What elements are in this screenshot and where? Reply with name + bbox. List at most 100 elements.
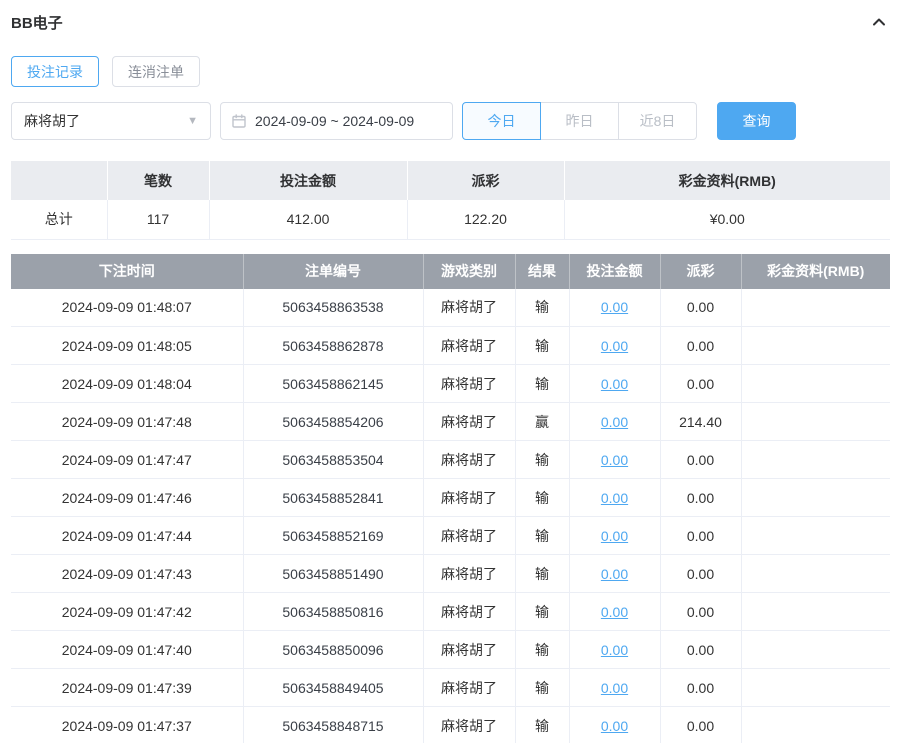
bet-time-cell: 2024-09-09 01:47:46 — [11, 478, 244, 517]
bet-amount-link[interactable]: 0.00 — [601, 452, 628, 468]
bet-amount-link[interactable]: 0.00 — [601, 490, 628, 506]
tab-bet-records[interactable]: 投注记录 — [11, 56, 99, 87]
table-row: 2024-09-09 01:47:37 5063458848715 麻将胡了输 0.0… — [11, 706, 890, 743]
table-row: 2024-09-09 01:47:39 5063458849405 麻将胡了输 0.0… — [11, 668, 890, 707]
bet-amount-link[interactable]: 0.00 — [601, 566, 628, 582]
quick-range-group: 今日 昨日 近8日 — [462, 102, 697, 140]
records-table: 下注时间 注单编号 游戏类别 结果 投注金额 派彩 彩金资料(RMB) 2024… — [11, 253, 890, 743]
bet-amount-link[interactable]: 0.00 — [601, 642, 628, 658]
order-id-cell: 5063458852169 — [243, 516, 424, 555]
bet-amount-link[interactable]: 0.00 — [601, 604, 628, 620]
table-row: 2024-09-09 01:48:05 5063458862878 麻将胡了输 0.0… — [11, 326, 890, 365]
payout-cell: 0.00 — [660, 516, 742, 555]
result-cell: 输 — [515, 668, 570, 707]
order-id-cell: 5063458850816 — [243, 592, 424, 631]
bet-time-cell: 2024-09-09 01:47:48 — [11, 402, 244, 441]
order-id-cell: 5063458852841 — [243, 478, 424, 517]
bet-time-cell: 2024-09-09 01:47:39 — [11, 668, 244, 707]
bonus-cell — [741, 478, 890, 517]
table-row: 2024-09-09 01:47:40 5063458850096 麻将胡了输 0.0… — [11, 630, 890, 669]
quick-last8days-button[interactable]: 近8日 — [618, 102, 697, 140]
date-range-input[interactable]: 2024-09-09 ~ 2024-09-09 — [220, 102, 453, 140]
chevron-up-icon[interactable] — [868, 11, 890, 33]
table-row: 2024-09-09 01:47:46 5063458852841 麻将胡了输 0.0… — [11, 478, 890, 517]
bet-amount-link[interactable]: 0.00 — [601, 376, 628, 392]
column-header-bet-amount: 投注金额 — [569, 253, 661, 289]
bet-record-panel: BB电子 投注记录 连消注单 麻将胡了 ▼ 2024-09-09 ~ 2024-… — [0, 0, 901, 743]
bonus-cell — [741, 554, 890, 593]
bet-amount-cell: 0.00 — [569, 516, 661, 555]
result-cell: 输 — [515, 554, 570, 593]
column-header-order-id: 注单编号 — [243, 253, 424, 289]
summary-header-payout: 派彩 — [407, 161, 565, 200]
table-row: 2024-09-09 01:48:07 5063458863538 麻将胡了输 0.0… — [11, 288, 890, 327]
quick-yesterday-button[interactable]: 昨日 — [540, 102, 619, 140]
records-header-row: 下注时间 注单编号 游戏类别 结果 投注金额 派彩 彩金资料(RMB) — [11, 253, 890, 289]
game-type-select[interactable]: 麻将胡了 ▼ — [11, 102, 211, 140]
payout-cell: 0.00 — [660, 478, 742, 517]
bet-amount-cell: 0.00 — [569, 592, 661, 631]
payout-cell: 0.00 — [660, 364, 742, 403]
bet-amount-cell: 0.00 — [569, 668, 661, 707]
bet-amount-link[interactable]: 0.00 — [601, 680, 628, 696]
filter-bar: 麻将胡了 ▼ 2024-09-09 ~ 2024-09-09 今日 昨日 近8日… — [11, 102, 890, 140]
bet-amount-link[interactable]: 0.00 — [601, 718, 628, 734]
bonus-cell — [741, 516, 890, 555]
bet-amount-link[interactable]: 0.00 — [601, 414, 628, 430]
game-type-cell: 麻将胡了 — [423, 364, 516, 403]
order-id-cell: 5063458851490 — [243, 554, 424, 593]
result-cell: 输 — [515, 326, 570, 365]
result-cell: 输 — [515, 516, 570, 555]
column-header-payout: 派彩 — [660, 253, 742, 289]
tab-chain-cancel-orders[interactable]: 连消注单 — [112, 56, 200, 87]
date-range-value: 2024-09-09 ~ 2024-09-09 — [255, 113, 415, 129]
game-type-cell: 麻将胡了 — [423, 402, 516, 441]
bet-time-cell: 2024-09-09 01:47:47 — [11, 440, 244, 479]
bet-time-cell: 2024-09-09 01:47:42 — [11, 592, 244, 631]
bonus-cell — [741, 402, 890, 441]
bonus-cell — [741, 706, 890, 743]
search-button[interactable]: 查询 — [717, 102, 796, 140]
game-type-cell: 麻将胡了 — [423, 516, 516, 555]
bet-amount-cell: 0.00 — [569, 364, 661, 403]
order-id-cell: 5063458853504 — [243, 440, 424, 479]
bet-amount-link[interactable]: 0.00 — [601, 528, 628, 544]
quick-today-button[interactable]: 今日 — [462, 102, 541, 140]
column-header-result: 结果 — [515, 253, 570, 289]
game-type-cell: 麻将胡了 — [423, 630, 516, 669]
order-id-cell: 5063458862145 — [243, 364, 424, 403]
summary-total-count: 117 — [107, 200, 210, 240]
game-type-cell: 麻将胡了 — [423, 706, 516, 743]
bet-time-cell: 2024-09-09 01:48:04 — [11, 364, 244, 403]
tab-bar: 投注记录 连消注单 — [11, 56, 890, 87]
order-id-cell: 5063458862878 — [243, 326, 424, 365]
table-row: 2024-09-09 01:47:43 5063458851490 麻将胡了输 0.0… — [11, 554, 890, 593]
summary-total-payout: 122.20 — [407, 200, 565, 240]
result-cell: 输 — [515, 364, 570, 403]
summary-total-label: 总计 — [11, 200, 108, 240]
bet-amount-cell: 0.00 — [569, 478, 661, 517]
summary-header-row: 笔数 投注金额 派彩 彩金资料(RMB) — [11, 161, 890, 200]
bet-amount-link[interactable]: 0.00 — [601, 338, 628, 354]
payout-cell: 0.00 — [660, 288, 742, 327]
summary-total-row: 总计 117 412.00 122.20 ¥0.00 — [11, 200, 890, 240]
bet-amount-cell: 0.00 — [569, 402, 661, 441]
column-header-game-type: 游戏类别 — [423, 253, 516, 289]
payout-cell: 0.00 — [660, 326, 742, 365]
bet-amount-link[interactable]: 0.00 — [601, 299, 628, 315]
table-row: 2024-09-09 01:47:47 5063458853504 麻将胡了输 0.0… — [11, 440, 890, 479]
table-row: 2024-09-09 01:47:44 5063458852169 麻将胡了输 0.0… — [11, 516, 890, 555]
panel-header: BB电子 — [11, 10, 890, 34]
order-id-cell: 5063458850096 — [243, 630, 424, 669]
result-cell: 赢 — [515, 402, 570, 441]
payout-cell: 214.40 — [660, 402, 742, 441]
chevron-down-icon: ▼ — [187, 115, 198, 127]
game-type-cell: 麻将胡了 — [423, 478, 516, 517]
bonus-cell — [741, 364, 890, 403]
bet-amount-cell: 0.00 — [569, 554, 661, 593]
bet-amount-cell: 0.00 — [569, 288, 661, 327]
column-header-bonus: 彩金资料(RMB) — [741, 253, 890, 289]
bet-amount-cell: 0.00 — [569, 706, 661, 743]
bonus-cell — [741, 288, 890, 327]
game-type-cell: 麻将胡了 — [423, 326, 516, 365]
